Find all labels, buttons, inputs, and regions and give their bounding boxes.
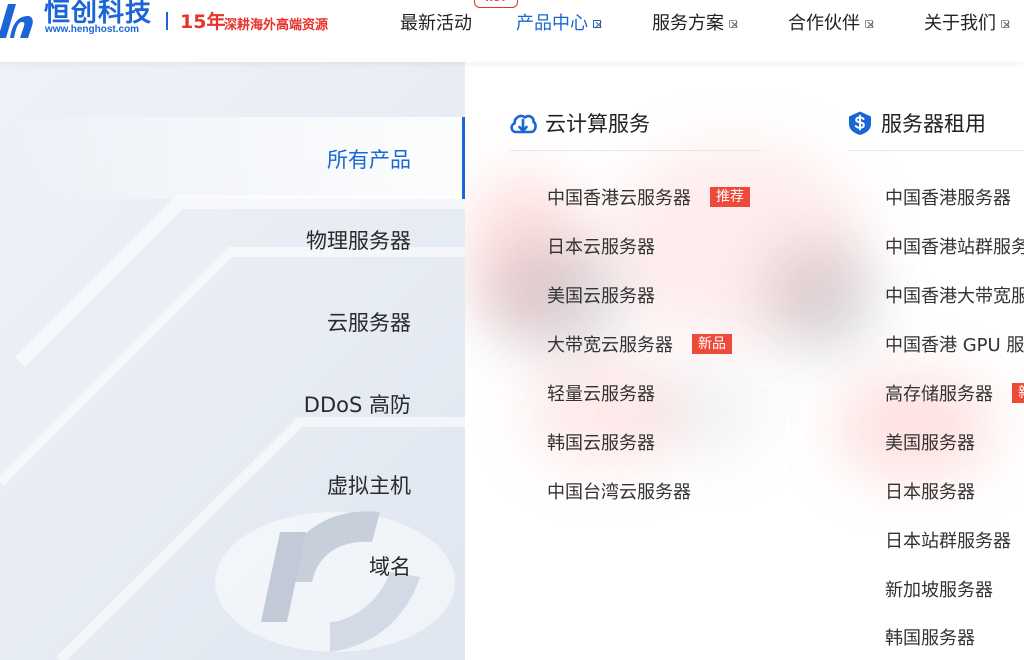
service-item-hk-bandwidth-server[interactable]: 中国香港大带宽服务器 (885, 282, 1024, 308)
nav-latest-events[interactable]: 最新活动 (400, 9, 472, 35)
column-title-cloud-computing: 云计算服务 (509, 108, 650, 138)
service-item-hk-station-server[interactable]: 中国香港站群服务器 (885, 233, 1024, 259)
service-item-singapore-server[interactable]: 新加坡服务器 (885, 576, 993, 602)
service-item-label: 美国服务器 (885, 433, 975, 454)
service-item-us-server[interactable]: 美国服务器 (885, 429, 975, 455)
column-title-text: 服务器租用 (881, 112, 986, 136)
nav-label: 合作伙伴 (788, 13, 860, 34)
column-title-server-rental: 服务器租用 (847, 108, 986, 138)
service-item-label: 韩国服务器 (885, 628, 975, 649)
dropdown-caret-icon: × (1001, 18, 1012, 31)
service-item-label: 中国香港大带宽服务器 (885, 286, 1024, 307)
category-virtual-hosting[interactable]: 虚拟主机 (327, 470, 411, 500)
column-divider (509, 150, 761, 151)
nav-label: 产品中心 (516, 13, 588, 34)
service-item-japan-cloud[interactable]: 日本云服务器 (547, 233, 655, 259)
service-item-label: 日本云服务器 (547, 237, 655, 258)
category-dedicated-servers[interactable]: 物理服务器 (306, 225, 411, 255)
nav-label: 关于我们 (924, 13, 996, 34)
service-item-label: 大带宽云服务器 (547, 335, 673, 356)
logo-mark-icon[interactable] (0, 0, 34, 42)
recommend-tag: 推荐 (710, 187, 750, 207)
cloud-icon (510, 114, 537, 134)
service-item-label: 中国香港云服务器 (547, 188, 691, 209)
top-header: 恒创科技 www.henghost.com 15年 深耕海外高端资源 最新活动 … (0, 0, 1024, 62)
service-item-storage-server[interactable]: 高存储服务器 新品 (885, 380, 1024, 406)
nav-product-center[interactable]: 产品中心 × (516, 9, 604, 35)
category-cloud-servers[interactable]: 云服务器 (327, 307, 411, 337)
column-divider (847, 150, 1024, 151)
dropdown-caret-icon: × (865, 18, 876, 31)
service-item-label: 中国香港服务器 (885, 188, 1011, 209)
service-item-lightweight-cloud[interactable]: 轻量云服务器 (547, 380, 655, 406)
slogan-text: 深耕海外高端资源 (224, 18, 329, 33)
logo-url: www.henghost.com (45, 24, 140, 35)
nav-solutions[interactable]: 服务方案 × (652, 9, 740, 35)
service-item-label: 日本服务器 (885, 482, 975, 503)
service-item-label: 美国云服务器 (547, 286, 655, 307)
hot-badge: HOT (474, 0, 518, 8)
nav-about-us[interactable]: 关于我们 × (924, 9, 1012, 35)
service-item-bandwidth-cloud[interactable]: 大带宽云服务器 新品 (547, 331, 732, 357)
service-item-label: 高存储服务器 (885, 384, 993, 405)
service-item-label: 中国香港站群服务器 (885, 237, 1024, 258)
service-item-korea-cloud[interactable]: 韩国云服务器 (547, 429, 655, 455)
service-item-japan-station-server[interactable]: 日本站群服务器 (885, 527, 1011, 553)
service-item-hk-cloud[interactable]: 中国香港云服务器 推荐 (547, 184, 750, 210)
dollar-shield-icon (849, 111, 871, 135)
service-item-hk-gpu-server[interactable]: 中国香港 GPU 服务器 (885, 331, 1024, 357)
service-item-taiwan-cloud[interactable]: 中国台湾云服务器 (547, 478, 691, 504)
dropdown-caret-icon: × (593, 18, 604, 31)
service-item-japan-server[interactable]: 日本服务器 (885, 478, 975, 504)
product-menu-panel: 云计算服务 中国香港云服务器 推荐 日本云服务器 美国云服务器 大带宽云服务器 … (465, 62, 1024, 660)
nav-label: 服务方案 (652, 13, 724, 34)
nav-partners[interactable]: 合作伙伴 × (788, 9, 876, 35)
logo-separator (166, 12, 168, 30)
service-item-hk-server[interactable]: 中国香港服务器 (885, 184, 1011, 210)
category-all-products[interactable]: 所有产品 (327, 144, 411, 174)
service-item-label: 轻量云服务器 (547, 384, 655, 405)
service-item-korea-server[interactable]: 韩国服务器 (885, 624, 975, 650)
column-title-text: 云计算服务 (545, 112, 650, 136)
new-tag: 新品 (1012, 383, 1024, 403)
service-item-us-cloud[interactable]: 美国云服务器 (547, 282, 655, 308)
new-tag: 新品 (692, 334, 732, 354)
service-item-label: 新加坡服务器 (885, 580, 993, 601)
service-item-label: 中国台湾云服务器 (547, 482, 691, 503)
nav-label: 最新活动 (400, 13, 472, 34)
category-domains[interactable]: 域名 (369, 551, 411, 581)
service-item-label: 中国香港 GPU 服务器 (885, 335, 1024, 356)
category-sidebar: 所有产品 物理服务器 云服务器 DDoS 高防 虚拟主机 域名 (0, 62, 465, 660)
slogan-years: 15年 (180, 11, 226, 33)
category-ddos-protection[interactable]: DDoS 高防 (304, 389, 411, 419)
dropdown-caret-icon: × (729, 18, 740, 31)
service-item-label: 日本站群服务器 (885, 531, 1011, 552)
background-blob (645, 362, 765, 462)
service-item-label: 韩国云服务器 (547, 433, 655, 454)
